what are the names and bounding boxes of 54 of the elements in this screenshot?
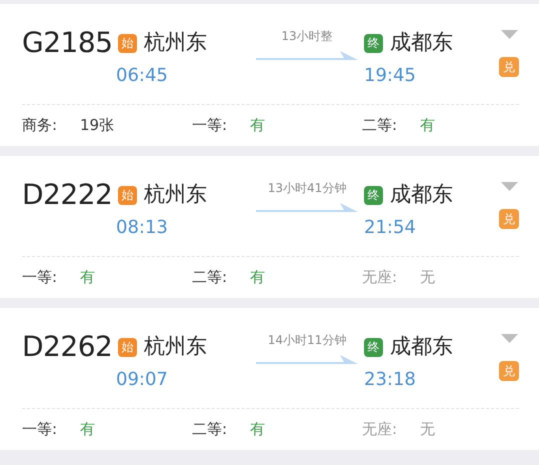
departure-time: 06:45 [116,64,168,88]
seat-class-label: 一等: [192,114,228,136]
arrival-time: 21:54 [364,216,416,240]
departure-station: 杭州东 [144,29,207,56]
arrival-time: 23:18 [364,368,416,392]
exchange-badge: 兑 [499,57,519,77]
departure-station: 杭州东 [144,333,207,360]
start-badge: 始 [118,186,137,204]
exchange-badge: 兑 [499,209,519,229]
arrival-station: 成都东 [390,333,453,360]
seat-availability: 有 [80,418,95,440]
seat-availability: 有 [250,114,265,136]
seat-class-label: 二等: [192,266,228,288]
seat-class-label: 二等: [362,114,398,136]
seat-availability: 无 [420,266,435,288]
start-badge: 始 [118,34,137,52]
exchange-badge: 兑 [499,361,519,381]
train-number: G2185 [22,26,114,61]
seat-availability: 有 [250,418,265,440]
end-badge: 终 [364,338,383,356]
seat-availability: 有 [250,266,265,288]
duration-text: 14小时11分钟 [268,332,346,348]
arrow-icon [256,202,358,214]
seat-class-label: 二等: [192,418,228,440]
train-card[interactable]: D2262 始 杭州东 09:07 14小时11分钟 终 成都东 23:18 兑 一等: 有 二等: 有 无座: 无 [0,308,539,450]
dropdown-triangle-icon[interactable] [500,334,518,343]
start-badge: 始 [118,338,137,356]
seat-class-label: 无座: [362,266,398,288]
train-number: D2262 [22,330,114,365]
train-card[interactable]: G2185 始 杭州东 06:45 13小时整 终 成都东 19:45 兑 商务: 19张 一等: 有 二等: 有 [0,4,539,146]
seat-class-label: 一等: [22,418,58,440]
end-badge: 终 [364,34,383,52]
duration-text: 13小时41分钟 [268,180,346,196]
seat-class-label: 商务: [22,114,58,136]
seat-availability: 19张 [80,114,114,136]
arrival-station: 成都东 [390,181,453,208]
train-card[interactable]: D2222 始 杭州东 08:13 13小时41分钟 终 成都东 21:54 兑 一等: 有 二等: 有 无座: 无 [0,156,539,298]
dropdown-triangle-icon[interactable] [500,182,518,191]
end-badge: 终 [364,186,383,204]
seat-availability: 无 [420,418,435,440]
arrival-time: 19:45 [364,64,416,88]
seat-class-label: 无座: [362,418,398,440]
seat-availability: 有 [80,266,95,288]
seat-class-label: 一等: [22,266,58,288]
arrow-icon [256,50,358,62]
departure-time: 08:13 [116,216,168,240]
dropdown-triangle-icon[interactable] [500,30,518,39]
duration-text: 13小时整 [281,28,333,44]
departure-station: 杭州东 [144,181,207,208]
train-number: D2222 [22,178,114,213]
departure-time: 09:07 [116,368,168,392]
seat-availability: 有 [420,114,435,136]
arrow-icon [256,354,358,366]
arrival-station: 成都东 [390,29,453,56]
